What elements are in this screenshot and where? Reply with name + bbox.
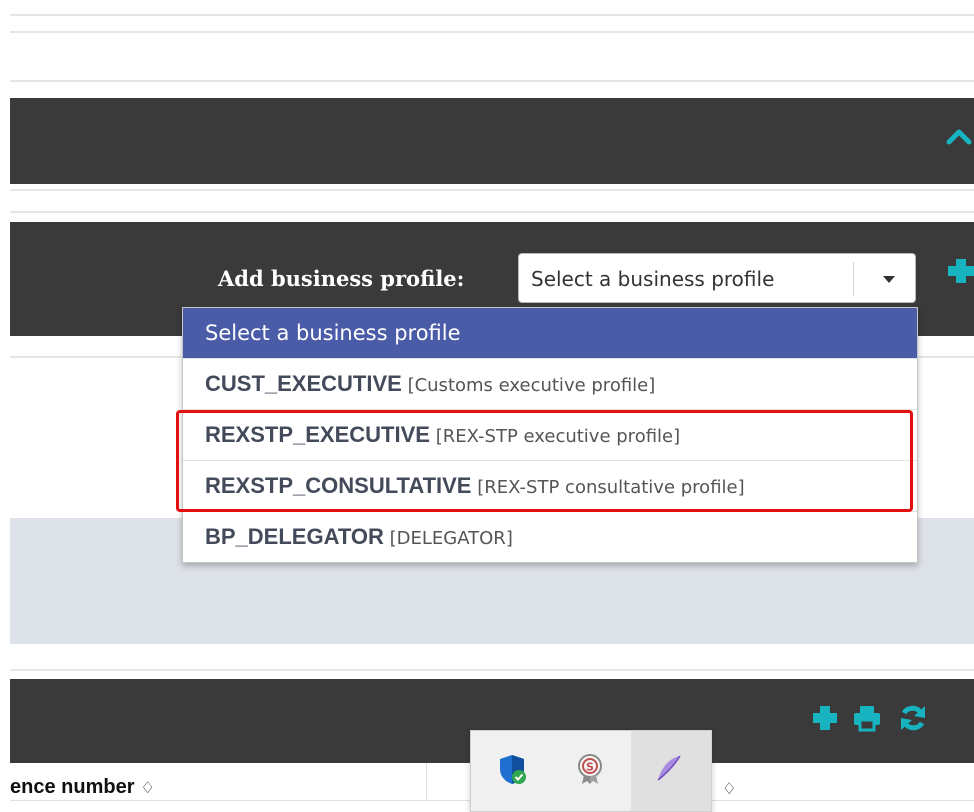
sort-icon[interactable]: ♢ — [722, 779, 736, 798]
divider — [10, 80, 974, 82]
option-description: [DELEGATOR] — [389, 528, 513, 549]
divider — [10, 669, 974, 671]
svg-text:S: S — [586, 761, 594, 774]
business-profile-select[interactable]: Select a business profile — [518, 253, 916, 303]
business-profile-dropdown: Select a business profile CUST_EXECUTIVE… — [182, 307, 918, 563]
sort-icon[interactable]: ♢ — [140, 780, 154, 797]
divider — [10, 14, 974, 16]
option-label: Select a business profile — [205, 321, 461, 345]
option-description: [Customs executive profile] — [407, 375, 656, 396]
chevron-down-icon[interactable] — [883, 276, 895, 283]
option-description: [REX-STP consultative profile] — [477, 477, 745, 498]
dropdown-option-rexstp-consultative[interactable]: REXSTP_CONSULTATIVE [REX-STP consultativ… — [183, 461, 917, 512]
refresh-icon[interactable] — [898, 703, 928, 733]
dropdown-option-bp-delegator[interactable]: BP_DELEGATOR [DELEGATOR] — [183, 512, 917, 562]
certificate-icon[interactable]: S — [575, 753, 605, 785]
collapsible-panel-header — [10, 98, 974, 184]
plus-icon[interactable] — [948, 256, 974, 286]
divider — [10, 189, 974, 191]
column-header-reference-number[interactable]: ence number ♢ — [10, 776, 155, 799]
add-business-profile-label: Add business profile: — [218, 266, 465, 291]
print-icon[interactable] — [852, 703, 882, 733]
feather-icon[interactable] — [653, 753, 683, 785]
dropdown-option-cust-executive[interactable]: CUST_EXECUTIVE [Customs executive profil… — [183, 359, 917, 410]
column-divider — [426, 763, 427, 800]
shield-icon[interactable] — [497, 753, 527, 785]
chevron-up-icon[interactable] — [946, 126, 972, 146]
option-description: [REX-STP executive profile] — [435, 426, 681, 447]
divider — [10, 211, 974, 213]
divider — [10, 31, 974, 33]
column-header-label: ence number — [10, 776, 135, 798]
option-code: REXSTP_CONSULTATIVE — [205, 473, 472, 498]
business-profile-select-value: Select a business profile — [531, 267, 775, 291]
option-code: BP_DELEGATOR — [205, 524, 384, 549]
dropdown-option-rexstp-executive[interactable]: REXSTP_EXECUTIVE [REX-STP executive prof… — [183, 410, 917, 461]
dropdown-option-placeholder[interactable]: Select a business profile — [183, 308, 917, 359]
option-code: CUST_EXECUTIVE — [205, 371, 402, 396]
plus-icon[interactable] — [810, 703, 840, 733]
option-code: REXSTP_EXECUTIVE — [205, 422, 430, 447]
select-separator — [853, 262, 854, 296]
